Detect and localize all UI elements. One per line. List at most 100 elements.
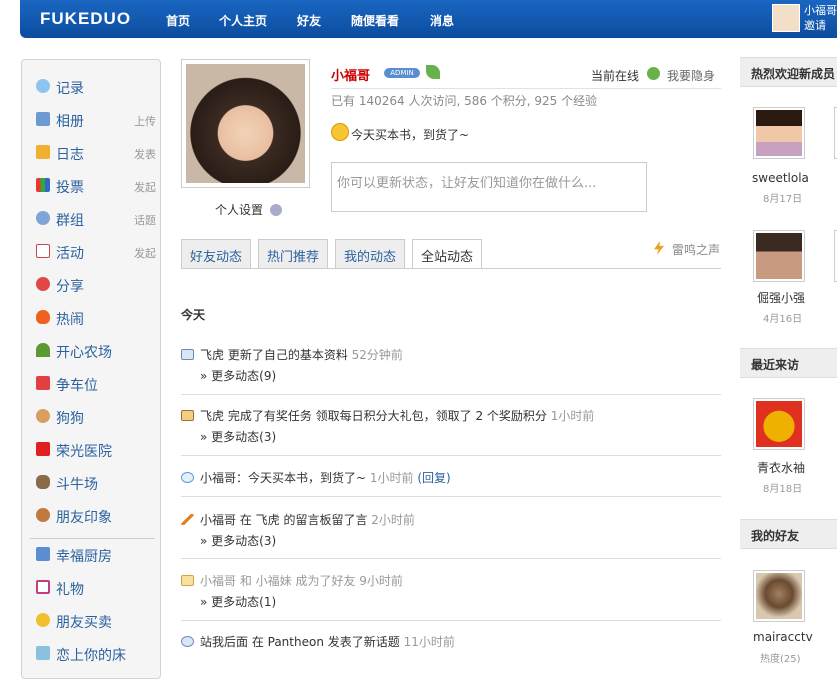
sidebar-divider [30, 538, 155, 539]
sidebar-item-bullfight[interactable]: 斗牛场 [36, 468, 156, 496]
tab-site-feed[interactable]: 全站动态 [412, 239, 483, 269]
profile-card-icon [181, 349, 194, 360]
sidebar-item-farm[interactable]: 开心农场 [36, 336, 156, 364]
chevron-down-icon[interactable] [270, 204, 282, 216]
profile-name[interactable]: 小福哥 [331, 65, 370, 84]
sprout-icon [36, 343, 50, 357]
friend-name[interactable]: mairacctv [753, 630, 813, 644]
pencil-icon [181, 514, 194, 525]
nav-friends[interactable]: 好友 [297, 12, 321, 29]
sidebar-item-dog[interactable]: 狗狗 [36, 402, 156, 430]
feed-item: 小福哥 在 飞虎 的留言板留了言 2小时前 » 更多动态(3) [181, 511, 721, 551]
visitor-name[interactable]: 青衣水袖 [757, 459, 805, 476]
feed-text: 飞虎 更新了自己的基本资料 [200, 348, 348, 362]
sidebar-item-share[interactable]: 分享 [36, 270, 156, 298]
feed-text: 小福哥 在 飞虎 的留言板留了言 [200, 513, 368, 527]
feed-item: 小福哥 和 小福妹 成为了好友 9小时前 » 更多动态(1) [181, 572, 721, 612]
personal-settings-link[interactable]: 个人设置 [215, 201, 263, 218]
feed-time: 11小时前 [403, 635, 455, 649]
recent-visitors-heading: 最近来访 [740, 348, 837, 378]
medical-cross-icon [36, 442, 50, 456]
feed-time: 9小时前 [359, 574, 403, 588]
sidebar-item-poll[interactable]: 投票 发起 [36, 171, 156, 199]
member-name[interactable]: sweetlola [752, 171, 809, 185]
sidebar-item-blog[interactable]: 日志 发表 [36, 138, 156, 166]
feed-text: 小福哥 和 小福妹 成为了好友 [200, 574, 356, 588]
bar-chart-icon [36, 178, 50, 192]
tab-hot[interactable]: 热门推荐 [258, 239, 329, 268]
sidebar-item-records[interactable]: 记录 [36, 72, 156, 100]
sidebar-item-trade[interactable]: 朋友买卖 [36, 606, 156, 634]
publish-link[interactable]: 发表 [134, 146, 156, 162]
group-icon [36, 211, 50, 225]
bull-icon [36, 475, 50, 489]
nav-browse[interactable]: 随便看看 [351, 12, 399, 29]
user-avatar[interactable] [772, 4, 800, 32]
more-updates-link[interactable]: » 更多动态(3) [200, 428, 276, 445]
nav-home[interactable]: 首页 [166, 12, 190, 29]
start-poll-link[interactable]: 发起 [134, 179, 156, 195]
thunder-link[interactable]: 雷鸣之声 [672, 241, 720, 258]
task-icon [181, 410, 194, 421]
feed-divider [181, 558, 721, 559]
nav-messages[interactable]: 消息 [430, 12, 454, 29]
friend-avatar[interactable] [753, 570, 805, 622]
feed-time: 2小时前 [371, 513, 415, 527]
sidebar-item-group[interactable]: 群组 话题 [36, 204, 156, 232]
profile-stats: 已有 140264 人次访问, 586 个积分, 925 个经验 [331, 94, 598, 108]
speech-bubble-icon [36, 79, 50, 93]
member-name[interactable]: 倔强小强 [757, 289, 805, 306]
sidebar-item-impression[interactable]: 朋友印象 [36, 501, 156, 529]
sidebar-item-album[interactable]: 相册 上传 [36, 105, 156, 133]
topic-link[interactable]: 话题 [134, 212, 156, 228]
more-updates-link[interactable]: » 更多动态(1) [200, 593, 276, 610]
site-logo[interactable]: FUKEDUO [40, 9, 131, 29]
go-invisible-link[interactable]: 我要隐身 [667, 67, 715, 84]
upload-link[interactable]: 上传 [134, 113, 156, 129]
invite-link[interactable]: 邀请 [804, 17, 826, 33]
left-sidebar: 记录 相册 上传 日志 发表 投票 发起 群组 话题 活动 发起 分享 热闹 开心农场 争… [21, 59, 161, 679]
photo-icon [36, 112, 50, 126]
new-members-heading: 热烈欢迎新成员 [740, 57, 837, 87]
coins-icon [36, 613, 50, 627]
lightning-icon [654, 241, 664, 255]
handshake-icon [181, 575, 194, 586]
current-status: 今天买本书，到货了~ [351, 128, 470, 142]
feed-divider [181, 394, 721, 395]
fire-icon [36, 310, 50, 324]
sidebar-item-kitchen[interactable]: 幸福厨房 [36, 540, 156, 568]
sidebar-item-hospital[interactable]: 荣光医院 [36, 435, 156, 463]
start-event-link[interactable]: 发起 [134, 245, 156, 261]
feed-item: 飞虎 更新了自己的基本资料 52分钟前 » 更多动态(9) [181, 346, 721, 386]
sidebar-item-bed[interactable]: 恋上你的床 [36, 639, 156, 667]
more-updates-link[interactable]: » 更多动态(9) [200, 367, 276, 384]
profile-photo[interactable] [181, 59, 310, 188]
dog-icon [36, 409, 50, 423]
top-bar: FUKEDUO 首页 个人主页 好友 随便看看 消息 小福哥 邀请 [20, 0, 837, 38]
profile-divider [331, 88, 721, 89]
member-avatar[interactable] [753, 230, 805, 282]
speech-bubble-icon [181, 472, 194, 483]
tab-friends-feed[interactable]: 好友动态 [181, 239, 252, 268]
sidebar-item-parking[interactable]: 争车位 [36, 369, 156, 397]
friend-impression-icon [36, 508, 50, 522]
admin-badge: ADMIN [384, 68, 420, 78]
sidebar-item-gift[interactable]: 礼物 [36, 573, 156, 601]
more-updates-link[interactable]: » 更多动态(3) [200, 532, 276, 549]
my-friends-heading: 我的好友 [740, 519, 837, 549]
clover-icon [647, 67, 660, 80]
header-user-name[interactable]: 小福哥 [804, 2, 837, 18]
member-avatar[interactable] [753, 107, 805, 159]
sidebar-item-hot[interactable]: 热闹 [36, 303, 156, 331]
feed-text: 站我后面 在 Pantheon 发表了新话题 [200, 635, 400, 649]
group-icon [181, 636, 194, 647]
reply-link[interactable]: (回复) [417, 471, 450, 485]
sidebar-item-event[interactable]: 活动 发起 [36, 237, 156, 265]
feed-item: 站我后面 在 Pantheon 发表了新话题 11小时前 [181, 633, 721, 653]
nav-profile[interactable]: 个人主页 [219, 12, 267, 29]
tab-my-feed[interactable]: 我的动态 [335, 239, 406, 268]
parking-icon [36, 376, 50, 390]
visitor-avatar[interactable] [753, 398, 805, 450]
status-input[interactable]: 你可以更新状态，让好友们知道你在做什么... [331, 162, 647, 212]
heart-icon [36, 277, 50, 291]
